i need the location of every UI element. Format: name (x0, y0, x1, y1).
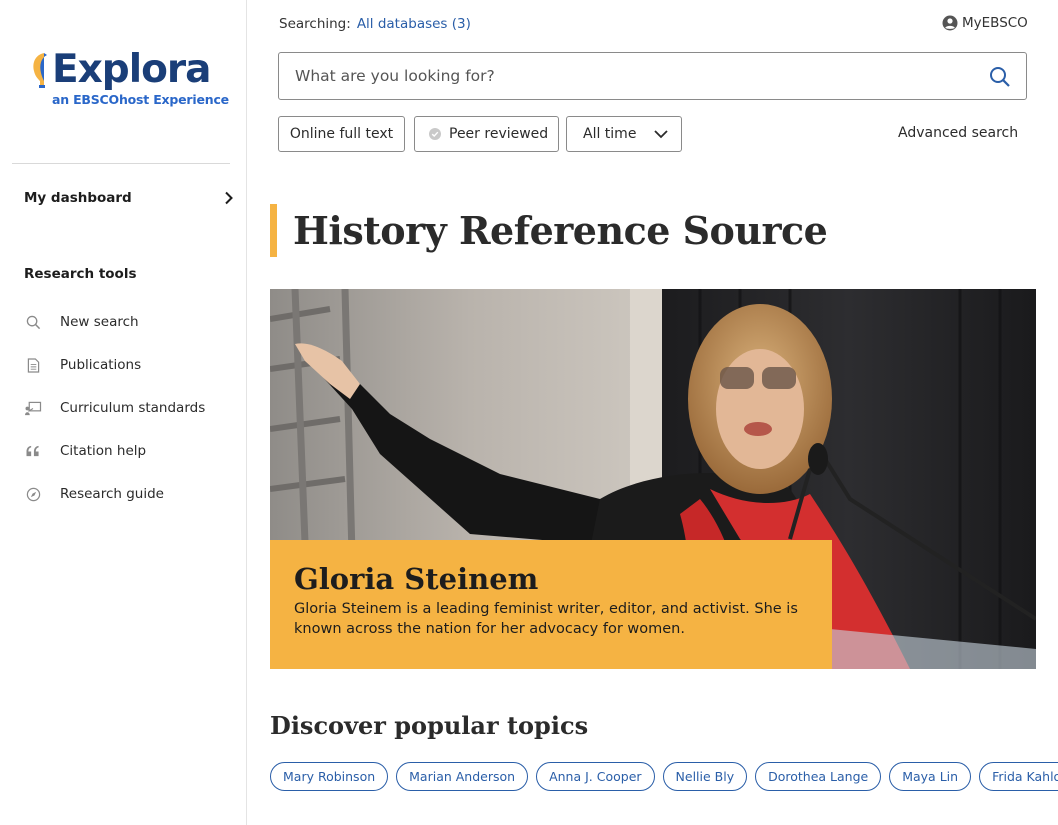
tool-label: Citation help (60, 443, 147, 459)
check-circle-icon (429, 128, 441, 140)
presentation-icon (24, 399, 42, 417)
sidebar-item-new-search[interactable]: New search (24, 310, 234, 334)
searching-label: Searching: (279, 16, 351, 32)
online-full-text-filter[interactable]: Online full text (278, 116, 405, 152)
sidebar-item-publications[interactable]: Publications (24, 353, 234, 377)
user-circle-icon (942, 15, 958, 31)
sidebar-item-research-guide[interactable]: Research guide (24, 482, 234, 506)
topic-chip[interactable]: Anna J. Cooper (536, 762, 655, 791)
featured-banner[interactable]: Gloria Steinem Gloria Steinem is a leadi… (270, 289, 1036, 669)
sidebar: Explora an EBSCOhost Experience My dashb… (0, 0, 247, 825)
search-icon[interactable] (988, 65, 1012, 89)
myebsco-label: MyEBSCO (962, 15, 1028, 31)
advanced-search-link[interactable]: Advanced search (898, 125, 1018, 141)
lightbulb-logo-icon (33, 53, 47, 88)
searching-scope: Searching: All databases (3) (279, 16, 471, 32)
dashboard-label: My dashboard (24, 190, 132, 206)
tool-label: Research guide (60, 486, 164, 502)
topic-chip[interactable]: Frida Kahlo (979, 762, 1058, 791)
time-range-dropdown[interactable]: All time (566, 116, 682, 152)
chevron-right-icon (225, 191, 233, 205)
filter-label: Peer reviewed (449, 126, 549, 142)
featured-name: Gloria Steinem (294, 562, 539, 596)
page-title: History Reference Source (293, 208, 828, 253)
sidebar-divider (12, 163, 230, 164)
title-accent-bar (270, 204, 277, 257)
sidebar-item-citation-help[interactable]: Citation help (24, 439, 234, 463)
tool-label: New search (60, 314, 139, 330)
sidebar-item-curriculum-standards[interactable]: Curriculum standards (24, 396, 234, 420)
myebsco-account-link[interactable]: MyEBSCO (942, 13, 1028, 33)
topic-chips: Mary Robinson Marian Anderson Anna J. Co… (270, 762, 1058, 791)
topic-chip[interactable]: Mary Robinson (270, 762, 389, 791)
document-icon (24, 356, 42, 374)
featured-description: Gloria Steinem is a leading feminist wri… (294, 601, 798, 637)
chevron-down-icon (654, 129, 669, 138)
tool-label: Publications (60, 357, 142, 373)
featured-card: Gloria Steinem Gloria Steinem is a leadi… (270, 540, 832, 669)
topics-heading: Discover popular topics (270, 711, 589, 740)
search-bar (278, 52, 1027, 100)
topic-chip[interactable]: Dorothea Lange (755, 762, 882, 791)
peer-reviewed-filter[interactable]: Peer reviewed (414, 116, 559, 152)
search-icon (24, 313, 42, 331)
explora-logo[interactable]: Explora an EBSCOhost Experience (30, 46, 229, 116)
quote-icon (24, 442, 42, 460)
search-input[interactable] (280, 54, 970, 98)
sidebar-item-dashboard[interactable]: My dashboard (24, 186, 234, 210)
topic-chip[interactable]: Maya Lin (889, 762, 972, 791)
logo-tagline: an EBSCOhost Experience (52, 92, 229, 107)
dropdown-value: All time (583, 126, 637, 142)
topic-chip[interactable]: Nellie Bly (662, 762, 748, 791)
topic-chip[interactable]: Marian Anderson (396, 762, 529, 791)
research-tools-heading: Research tools (24, 266, 137, 282)
tool-label: Curriculum standards (60, 400, 206, 416)
compass-icon (24, 485, 42, 503)
filter-label: Online full text (289, 126, 394, 142)
databases-link[interactable]: All databases (3) (357, 16, 471, 32)
logo-wordmark: Explora (52, 47, 211, 92)
